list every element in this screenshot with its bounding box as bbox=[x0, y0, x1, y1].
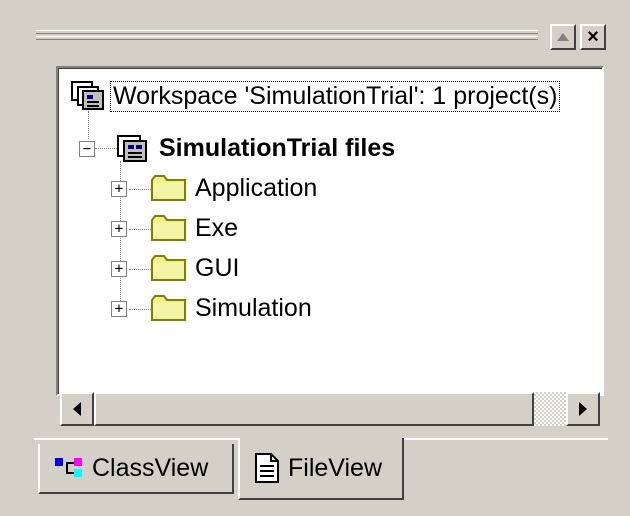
folder-node-simulation[interactable]: Simulation bbox=[151, 293, 312, 323]
panel-grip[interactable] bbox=[36, 30, 538, 42]
file-tree[interactable]: Workspace 'SimulationTrial': 1 project(s… bbox=[56, 66, 604, 396]
scroll-left-button[interactable] bbox=[60, 392, 94, 426]
folder-icon bbox=[151, 255, 186, 281]
maximize-triangle-icon bbox=[557, 33, 569, 41]
tree-line bbox=[129, 229, 151, 230]
tree-line bbox=[129, 269, 151, 270]
tree-line bbox=[88, 111, 89, 139]
folder-icon bbox=[151, 175, 186, 201]
folder-node-application[interactable]: Application bbox=[151, 173, 317, 203]
tree-line bbox=[129, 189, 151, 190]
arrow-right-icon bbox=[579, 402, 587, 416]
expand-toggle-simulation[interactable]: + bbox=[111, 301, 127, 317]
close-button[interactable]: × bbox=[580, 24, 606, 50]
folder-node-exe[interactable]: Exe bbox=[151, 213, 238, 243]
folder-label: Simulation bbox=[195, 293, 312, 322]
expand-toggle-exe[interactable]: + bbox=[111, 221, 127, 237]
arrow-left-icon bbox=[73, 402, 81, 416]
workspace-icon bbox=[71, 81, 104, 110]
scroll-thumb[interactable] bbox=[94, 392, 534, 426]
scroll-right-button[interactable] bbox=[566, 392, 600, 426]
classview-icon bbox=[55, 458, 82, 477]
folder-label: GUI bbox=[195, 253, 240, 282]
collapse-toggle[interactable]: − bbox=[79, 141, 95, 157]
maximize-button[interactable] bbox=[550, 24, 576, 50]
project-label: SimulationTrial files bbox=[159, 133, 396, 162]
folder-label: Application bbox=[195, 173, 318, 202]
workspace-label: Workspace 'SimulationTrial': 1 project(s… bbox=[109, 80, 561, 112]
tree-line bbox=[95, 148, 117, 149]
scroll-track[interactable] bbox=[534, 392, 566, 426]
tab-classview[interactable]: ClassView bbox=[38, 444, 234, 494]
tab-label: ClassView bbox=[92, 453, 209, 482]
fileview-icon bbox=[255, 453, 279, 483]
expand-toggle-gui[interactable]: + bbox=[111, 261, 127, 277]
folder-icon bbox=[151, 215, 186, 241]
folder-node-gui[interactable]: GUI bbox=[151, 253, 239, 283]
workspace-node[interactable]: Workspace 'SimulationTrial': 1 project(s… bbox=[71, 80, 561, 112]
tree-line bbox=[129, 309, 151, 310]
folder-icon bbox=[151, 295, 186, 321]
close-icon: × bbox=[587, 26, 599, 48]
horizontal-scrollbar[interactable] bbox=[60, 392, 600, 426]
tab-label: FileView bbox=[288, 453, 383, 482]
expand-toggle-application[interactable]: + bbox=[111, 181, 127, 197]
folder-label: Exe bbox=[195, 213, 239, 242]
project-icon bbox=[117, 135, 147, 162]
fileview-panel: × Workspace 'SimulationTrial': 1 project… bbox=[0, 0, 630, 516]
tab-fileview[interactable]: FileView bbox=[238, 438, 404, 500]
project-node[interactable]: SimulationTrial files bbox=[117, 133, 395, 163]
